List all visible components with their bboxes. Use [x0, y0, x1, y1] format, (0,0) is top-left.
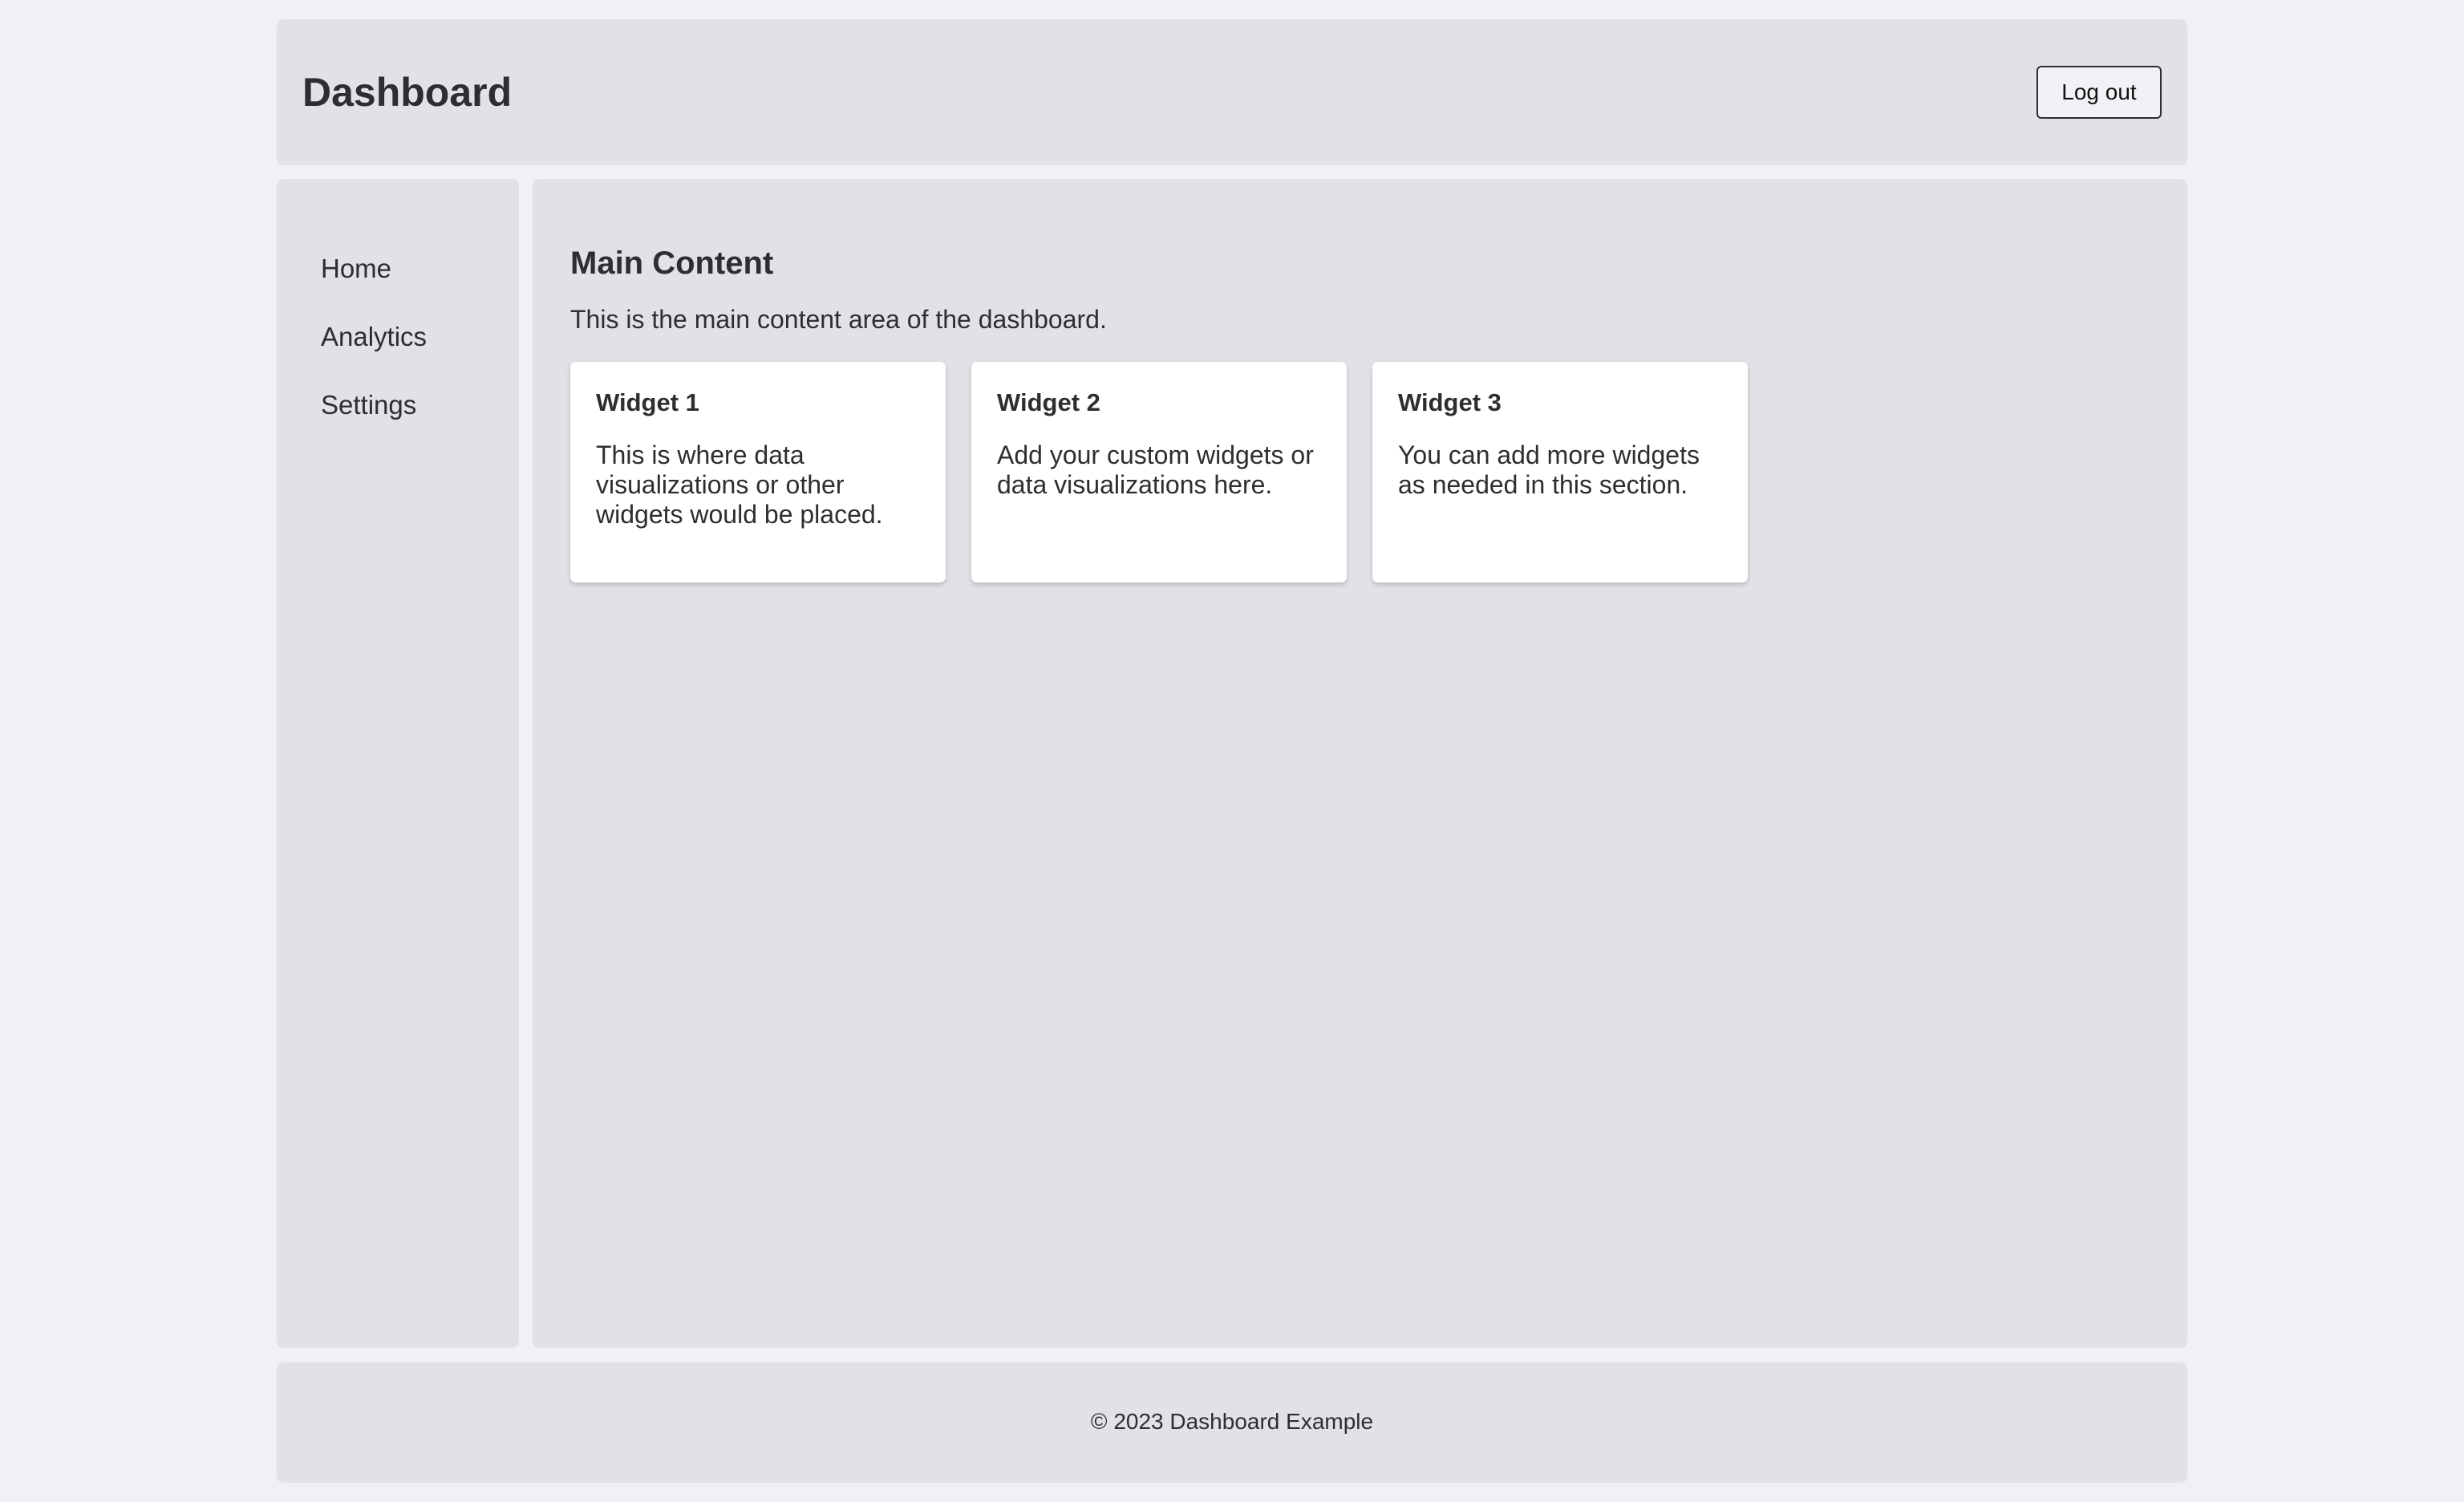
header: Dashboard Log out — [277, 19, 2187, 165]
widget-text: You can add more widgets as needed in th… — [1398, 440, 1700, 499]
sidebar-nav: Home Analytics Settings — [321, 253, 427, 457]
page-title: Dashboard — [302, 70, 513, 115]
main-title: Main Content — [570, 246, 774, 281]
footer-text: © 2023 Dashboard Example — [1090, 1409, 1374, 1434]
sidebar-item-analytics[interactable]: Analytics — [321, 321, 427, 353]
sidebar-item-home[interactable]: Home — [321, 253, 427, 285]
widget-card: Widget 2 Add your custom widgets or data… — [971, 362, 1347, 583]
widget-card: Widget 1 This is where data visualizatio… — [570, 362, 946, 583]
widget-title: Widget 2 — [997, 388, 1100, 416]
widget-grid: Widget 1 This is where data visualizatio… — [570, 362, 1773, 583]
logout-button[interactable]: Log out — [2036, 66, 2162, 119]
sidebar: Home Analytics Settings — [277, 179, 519, 1348]
sidebar-item-settings[interactable]: Settings — [321, 389, 427, 421]
main-content: Main Content This is the main content ar… — [533, 179, 2187, 1348]
main-description: This is the main content area of the das… — [570, 305, 1107, 334]
widget-text: This is where data visualizations or oth… — [596, 440, 883, 529]
widget-card: Widget 3 You can add more widgets as nee… — [1372, 362, 1748, 583]
widget-text: Add your custom widgets or data visualiz… — [997, 440, 1314, 499]
widget-title: Widget 1 — [596, 388, 699, 416]
widget-title: Widget 3 — [1398, 388, 1502, 416]
footer: © 2023 Dashboard Example — [277, 1362, 2187, 1483]
